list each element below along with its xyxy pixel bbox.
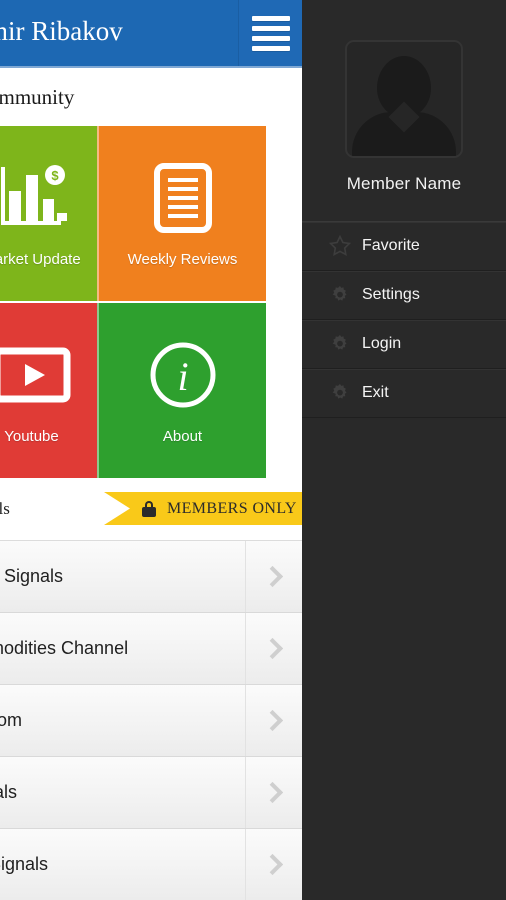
main-content: dimir Ribakov Community (0, 0, 302, 900)
list-item[interactable]: e Signals (0, 829, 302, 900)
chevron-right-icon[interactable] (245, 757, 302, 828)
strip-title: gnals (0, 499, 10, 518)
drawer-item-label: Favorite (362, 237, 420, 254)
list-item-label: mmodities Channel (0, 638, 129, 658)
section-title: Community (0, 68, 302, 126)
tile-label: About (162, 428, 203, 445)
star-icon (318, 234, 362, 258)
avatar[interactable] (345, 40, 463, 158)
chevron-right-icon[interactable] (245, 613, 302, 684)
list-item-label: Room (0, 710, 23, 730)
drawer-profile: Member Name (302, 0, 506, 222)
app-header: dimir Ribakov (0, 0, 302, 66)
bar-chart-dollar-icon: $ (0, 159, 69, 237)
document-lines-icon (152, 159, 214, 237)
tile-row: $ Market Update (0, 126, 302, 301)
member-name: Member Name (346, 174, 462, 193)
play-button-icon (0, 336, 71, 414)
list-item-label: e Signals (0, 854, 49, 874)
members-only-badge[interactable]: MEMBERS ONLY (104, 492, 302, 525)
drawer-item-label: Exit (362, 384, 389, 401)
tile-label: Youtube (4, 428, 59, 445)
tile-weekly-reviews[interactable]: Weekly Reviews (97, 126, 266, 301)
tile-youtube[interactable]: Youtube (0, 303, 97, 478)
page-title: dimir Ribakov (0, 16, 123, 46)
tile-label: Weekly Reviews (127, 251, 238, 268)
members-only-strip: gnals MEMBERS ONLY (0, 478, 302, 540)
list-item[interactable]: rex Signals (0, 541, 302, 613)
list-item-label: gnals (0, 782, 18, 802)
navigation-drawer: Member Name Favorite Settings Login Exit (302, 0, 506, 900)
drawer-item-favorite[interactable]: Favorite (302, 222, 506, 271)
list-item[interactable]: mmodities Channel (0, 613, 302, 685)
tile-label: Market Update (0, 251, 81, 268)
tile-row: Youtube i About (0, 303, 302, 478)
svg-text:i: i (177, 354, 188, 399)
drawer-item-login[interactable]: Login (302, 320, 506, 369)
gear-icon (318, 333, 362, 355)
list-item[interactable]: gnals (0, 757, 302, 829)
info-circle-icon: i (148, 336, 218, 414)
gear-icon (318, 382, 362, 404)
gear-icon (318, 284, 362, 306)
svg-text:$: $ (51, 168, 59, 183)
list-item-label: rex Signals (0, 566, 64, 586)
members-only-label: MEMBERS ONLY (167, 499, 297, 517)
drawer-item-settings[interactable]: Settings (302, 271, 506, 320)
tile-market-update[interactable]: $ Market Update (0, 126, 97, 301)
drawer-item-label: Login (362, 335, 402, 352)
drawer-item-label: Settings (362, 286, 420, 303)
chevron-right-icon[interactable] (245, 685, 302, 756)
drawer-item-exit[interactable]: Exit (302, 369, 506, 418)
app-root: Member Name Favorite Settings Login Exit… (0, 0, 506, 900)
hamburger-icon[interactable] (238, 0, 302, 66)
list-item[interactable]: Room (0, 685, 302, 757)
chevron-right-icon[interactable] (245, 829, 302, 900)
tile-about[interactable]: i About (97, 303, 266, 478)
lock-icon (142, 500, 156, 517)
chevron-right-icon[interactable] (245, 541, 302, 612)
channel-list: rex Signals mmodities Channel Room gnals… (0, 540, 302, 900)
tile-grid: $ Market Update (0, 126, 302, 478)
